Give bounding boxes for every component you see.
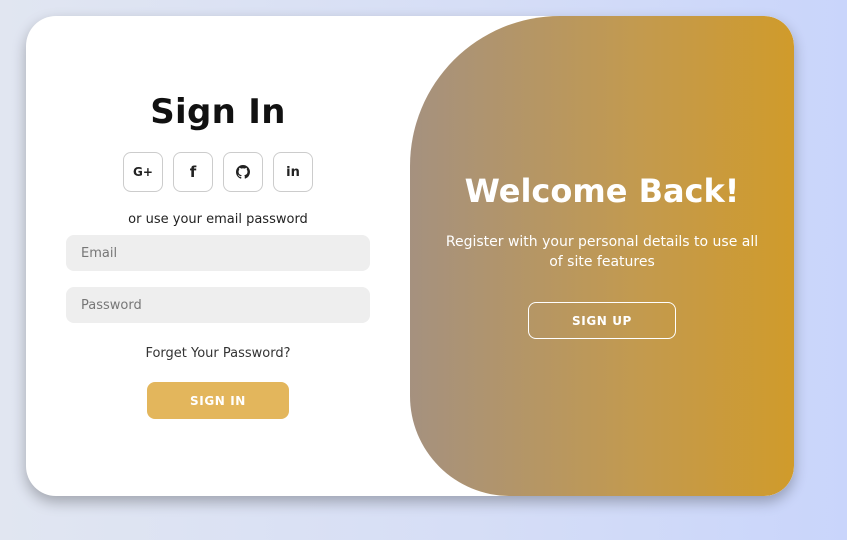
signup-button[interactable]: SIGN UP	[528, 302, 676, 339]
google-plus-button[interactable]: G+	[123, 152, 163, 192]
welcome-text: Register with your personal details to u…	[445, 234, 759, 270]
facebook-icon: f	[189, 163, 197, 181]
forgot-password-link[interactable]: Forget Your Password?	[26, 346, 410, 361]
linkedin-icon: in	[286, 164, 300, 180]
welcome-panel: Welcome Back! Register with your persona…	[410, 16, 794, 496]
alt-login-text: or use your email password	[128, 212, 308, 227]
linkedin-button[interactable]: in	[273, 152, 313, 192]
welcome-title: Welcome Back!	[464, 172, 740, 210]
signin-button[interactable]: SIGN IN	[147, 382, 289, 419]
github-icon	[236, 165, 250, 179]
email-field[interactable]	[66, 235, 370, 271]
auth-card: Sign In G+ f in or use your email passwo…	[26, 16, 794, 496]
facebook-button[interactable]: f	[173, 152, 213, 192]
signin-form: Sign In G+ f in or use your email passwo…	[26, 16, 410, 496]
social-icons-row: G+ f in	[123, 152, 313, 192]
github-button[interactable]	[223, 152, 263, 192]
password-field[interactable]	[66, 287, 370, 323]
google-plus-icon: G+	[133, 165, 153, 179]
signin-title: Sign In	[150, 92, 286, 132]
